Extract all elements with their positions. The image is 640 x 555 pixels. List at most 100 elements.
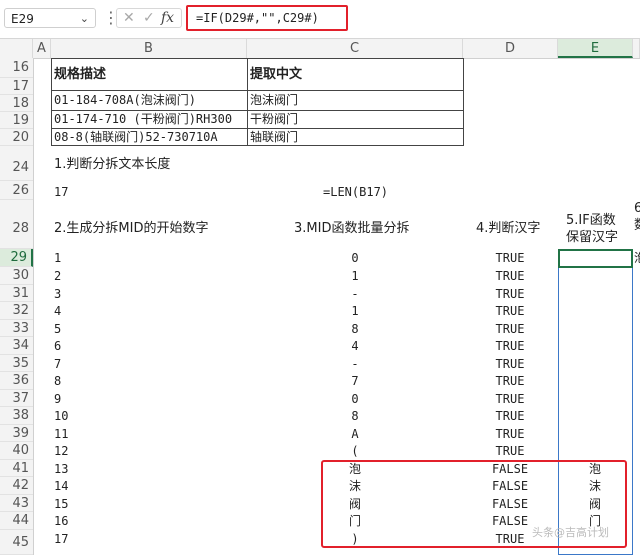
row-header[interactable]: 44 bbox=[0, 512, 33, 530]
start-number-cell[interactable]: 13 bbox=[54, 461, 68, 478]
length-formula[interactable]: =LEN(B17) bbox=[323, 184, 388, 201]
mid-split-cell[interactable]: 1 bbox=[330, 303, 380, 320]
mid-split-cell[interactable]: 0 bbox=[330, 391, 380, 408]
name-box[interactable]: E29 ⌄ bbox=[4, 8, 96, 28]
formula-input[interactable]: =IF(D29#,"",C29#) bbox=[186, 5, 348, 31]
start-number-cell[interactable]: 17 bbox=[54, 531, 68, 548]
row-header[interactable]: 40 bbox=[0, 442, 33, 460]
start-number-cell[interactable]: 16 bbox=[54, 513, 68, 530]
row-header[interactable]: 43 bbox=[0, 495, 33, 512]
table-cell[interactable]: 泡沫阀门 bbox=[250, 92, 298, 109]
start-number-cell[interactable]: 2 bbox=[54, 268, 61, 285]
judge-chinese-cell[interactable]: TRUE bbox=[470, 268, 550, 285]
row-header[interactable]: 18 bbox=[0, 95, 33, 112]
row-header[interactable]: 24 bbox=[0, 146, 33, 181]
start-number-cell[interactable]: 1 bbox=[54, 250, 61, 267]
table-cell[interactable]: 01-184-708A(泡沫阀门) bbox=[54, 92, 196, 109]
row-header[interactable]: 42 bbox=[0, 477, 33, 495]
row-header[interactable]: 45 bbox=[0, 530, 33, 555]
row-header[interactable]: 30 bbox=[0, 267, 33, 285]
cell-f29[interactable]: 泡 bbox=[634, 250, 640, 267]
header-col-f: 数 bbox=[634, 217, 640, 234]
start-number-cell[interactable]: 6 bbox=[54, 338, 61, 355]
row-header[interactable]: 39 bbox=[0, 425, 33, 442]
judge-chinese-cell[interactable]: TRUE bbox=[470, 426, 550, 443]
confirm-icon[interactable]: ✓ bbox=[143, 9, 155, 27]
row-header[interactable]: 19 bbox=[0, 112, 33, 129]
start-number-cell[interactable]: 14 bbox=[54, 478, 68, 495]
column-header-b[interactable]: B bbox=[51, 39, 247, 58]
watermark: 头条@吉高计划 bbox=[532, 526, 609, 539]
row-header[interactable]: 34 bbox=[0, 337, 33, 355]
start-number-cell[interactable]: 3 bbox=[54, 286, 61, 303]
length-value[interactable]: 17 bbox=[54, 184, 68, 201]
header-mid-split: 3.MID函数批量分拆 bbox=[294, 221, 410, 236]
start-number-cell[interactable]: 4 bbox=[54, 303, 61, 320]
row-header[interactable]: 41 bbox=[0, 460, 33, 477]
judge-chinese-cell[interactable]: TRUE bbox=[470, 373, 550, 390]
header-if-function: 5.IF函数 bbox=[566, 213, 616, 228]
row-header[interactable]: 31 bbox=[0, 285, 33, 302]
judge-chinese-cell[interactable]: TRUE bbox=[470, 443, 550, 460]
mid-split-cell[interactable]: 4 bbox=[330, 338, 380, 355]
table-cell[interactable]: 轴联阀门 bbox=[250, 129, 298, 146]
judge-chinese-cell[interactable]: TRUE bbox=[470, 338, 550, 355]
start-number-cell[interactable]: 10 bbox=[54, 408, 68, 425]
column-header-d[interactable]: D bbox=[463, 39, 558, 58]
row-header[interactable]: 26 bbox=[0, 181, 33, 200]
row-header[interactable]: 33 bbox=[0, 320, 33, 337]
chevron-down-icon[interactable]: ⌄ bbox=[80, 9, 89, 29]
judge-chinese-cell[interactable]: TRUE bbox=[470, 286, 550, 303]
row-header[interactable]: 36 bbox=[0, 372, 33, 390]
column-headers: A B C D E bbox=[0, 39, 640, 59]
row-header[interactable]: 29 bbox=[0, 249, 33, 267]
table-header-spec: 规格描述 bbox=[54, 67, 107, 82]
judge-chinese-cell[interactable]: TRUE bbox=[470, 250, 550, 267]
row-header[interactable]: 16 bbox=[0, 58, 33, 78]
mid-split-cell[interactable]: 8 bbox=[330, 321, 380, 338]
mid-split-cell[interactable]: 7 bbox=[330, 373, 380, 390]
row-header[interactable]: 35 bbox=[0, 355, 33, 372]
column-header-a[interactable]: A bbox=[33, 39, 51, 58]
name-box-value: E29 bbox=[11, 12, 34, 26]
select-all-corner[interactable] bbox=[0, 39, 33, 58]
header-start-number: 2.生成分拆MID的开始数字 bbox=[54, 221, 209, 236]
column-header-f[interactable] bbox=[633, 39, 640, 58]
row-header[interactable]: 17 bbox=[0, 78, 33, 95]
mid-split-cell[interactable]: - bbox=[330, 286, 380, 303]
table-cell[interactable]: 01-174-710 (干粉阀门)RH300 bbox=[54, 111, 232, 128]
table-cell[interactable]: 干粉阀门 bbox=[250, 111, 298, 128]
start-number-cell[interactable]: 8 bbox=[54, 373, 61, 390]
row-header[interactable]: 37 bbox=[0, 390, 33, 407]
start-number-cell[interactable]: 9 bbox=[54, 391, 61, 408]
start-number-cell[interactable]: 11 bbox=[54, 426, 68, 443]
mid-split-cell[interactable]: 0 bbox=[330, 250, 380, 267]
mid-split-cell[interactable]: 8 bbox=[330, 408, 380, 425]
table-divider bbox=[247, 58, 248, 146]
column-header-e[interactable]: E bbox=[558, 39, 633, 58]
table-cell[interactable]: 08-8(轴联阀门)52-730710A bbox=[54, 129, 218, 146]
judge-chinese-cell[interactable]: TRUE bbox=[470, 356, 550, 373]
row-header[interactable]: 28 bbox=[0, 200, 33, 249]
judge-chinese-cell[interactable]: TRUE bbox=[470, 408, 550, 425]
column-header-c[interactable]: C bbox=[247, 39, 463, 58]
start-number-cell[interactable]: 5 bbox=[54, 321, 61, 338]
row-header[interactable]: 20 bbox=[0, 129, 33, 146]
start-number-cell[interactable]: 15 bbox=[54, 496, 68, 513]
formula-controls: ✕ ✓ fx bbox=[116, 8, 182, 28]
active-cell-e29[interactable] bbox=[558, 249, 633, 268]
judge-chinese-cell[interactable]: TRUE bbox=[470, 303, 550, 320]
mid-split-cell[interactable]: A bbox=[330, 426, 380, 443]
row-header[interactable]: 38 bbox=[0, 407, 33, 425]
cancel-icon[interactable]: ✕ bbox=[123, 9, 135, 27]
mid-split-cell[interactable]: 1 bbox=[330, 268, 380, 285]
start-number-cell[interactable]: 7 bbox=[54, 356, 61, 373]
mid-split-cell[interactable]: - bbox=[330, 356, 380, 373]
start-number-cell[interactable]: 12 bbox=[54, 443, 68, 460]
mid-split-cell[interactable]: ( bbox=[330, 443, 380, 460]
insert-function-icon[interactable]: fx bbox=[161, 9, 174, 27]
judge-chinese-cell[interactable]: TRUE bbox=[470, 321, 550, 338]
judge-chinese-cell[interactable]: TRUE bbox=[470, 391, 550, 408]
row-header[interactable]: 32 bbox=[0, 302, 33, 320]
table-header-chinese: 提取中文 bbox=[250, 67, 303, 82]
